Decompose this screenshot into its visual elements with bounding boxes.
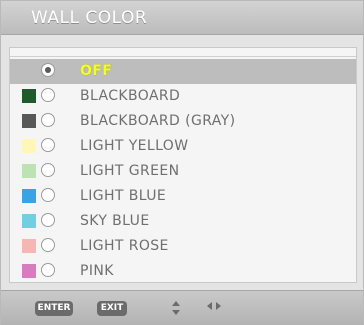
option-label: LIGHT ROSE bbox=[80, 238, 169, 254]
option-label: OFF bbox=[80, 63, 113, 79]
color-swatch bbox=[22, 89, 36, 103]
radio-button[interactable] bbox=[41, 163, 55, 177]
wall-color-option[interactable]: LIGHT GREEN bbox=[10, 159, 356, 184]
wall-color-option[interactable]: LIGHT ROSE bbox=[10, 234, 356, 259]
dialog-title: WALL COLOR bbox=[31, 8, 148, 28]
color-swatch bbox=[22, 189, 36, 203]
option-label: BLACKBOARD (GRAY) bbox=[80, 113, 236, 129]
up-down-arrows-icon bbox=[172, 301, 180, 320]
wall-color-option[interactable]: LIGHT YELLOW bbox=[10, 134, 356, 159]
radio-button[interactable] bbox=[41, 263, 55, 277]
color-swatch bbox=[22, 264, 36, 278]
option-label: PINK bbox=[80, 263, 114, 279]
option-list: OFF BLACKBOARD BLACKBOARD (GRAY) LIGHT YELL… bbox=[9, 47, 357, 283]
radio-button[interactable] bbox=[41, 213, 55, 227]
option-label: LIGHT YELLOW bbox=[80, 138, 189, 154]
option-label: BLACKBOARD bbox=[80, 88, 181, 104]
left-right-arrows-icon bbox=[207, 301, 221, 316]
wall-color-option[interactable]: BLACKBOARD (GRAY) bbox=[10, 109, 356, 134]
option-label: SKY BLUE bbox=[80, 213, 150, 229]
radio-button[interactable] bbox=[41, 138, 55, 152]
radio-button[interactable] bbox=[41, 113, 55, 127]
list-top-divider bbox=[10, 56, 356, 57]
radio-button[interactable] bbox=[41, 188, 55, 202]
option-label: LIGHT GREEN bbox=[80, 163, 180, 179]
color-swatch bbox=[22, 139, 36, 153]
title-bar: WALL COLOR bbox=[1, 1, 363, 35]
color-swatch bbox=[22, 214, 36, 228]
wall-color-option[interactable]: PINK bbox=[10, 259, 356, 284]
wall-color-option[interactable]: OFF bbox=[10, 59, 356, 84]
option-label: LIGHT BLUE bbox=[80, 188, 167, 204]
key-guide-bar: ENTER EXIT bbox=[1, 290, 363, 325]
radio-button[interactable] bbox=[41, 238, 55, 252]
wall-color-option[interactable]: BLACKBOARD bbox=[10, 84, 356, 109]
color-swatch bbox=[22, 239, 36, 253]
wall-color-option[interactable]: SKY BLUE bbox=[10, 209, 356, 234]
wall-color-dialog: WALL COLOR OFF BLACKBOARD BLACKBOARD (GRAY… bbox=[0, 0, 364, 325]
exit-key-icon: EXIT bbox=[97, 301, 127, 316]
radio-button[interactable] bbox=[41, 63, 55, 77]
color-swatch bbox=[22, 164, 36, 178]
color-swatch bbox=[22, 114, 36, 128]
enter-key-icon: ENTER bbox=[35, 301, 73, 316]
wall-color-option[interactable]: LIGHT BLUE bbox=[10, 184, 356, 209]
radio-button[interactable] bbox=[41, 88, 55, 102]
